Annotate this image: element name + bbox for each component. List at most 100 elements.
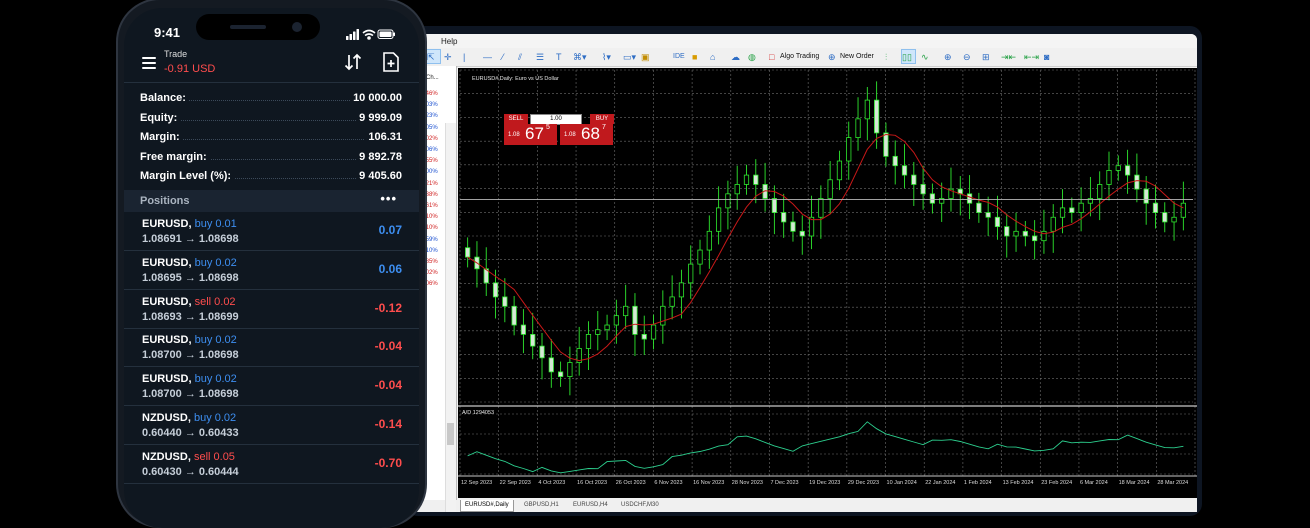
market-watch-scrollbar[interactable] [445, 123, 456, 512]
trendline-icon[interactable]: ⁄ [502, 50, 504, 64]
fibonacci-icon[interactable]: ☰ [536, 50, 544, 64]
templates-icon[interactable]: ▭▾ [623, 50, 636, 64]
chart-tab-gbpusd-h1[interactable]: GBPUSD,H1 [524, 500, 559, 511]
phone-screen: 9:41 Trade -0.91 USD Balance: 10 000.00 … [124, 8, 419, 528]
price-chart[interactable]: EURUSD#,Daily: Euro vs US Dollar A/D 1294… [458, 68, 1197, 498]
position-row[interactable]: EURUSD, buy 0.02 1.08700 → 1.08698 -0.04 [124, 328, 419, 368]
chart-title: EURUSD#,Daily: Euro vs US Dollar [472, 76, 559, 82]
market-watch-header: Ch... [426, 75, 439, 81]
candle-body [827, 179, 833, 199]
bar-chart-icon[interactable]: ⫶ [885, 50, 887, 64]
chart-tab-eurusd-daily[interactable]: EURUSD#,Daily [460, 500, 514, 512]
zoom-out-icon[interactable]: ⊖ [963, 50, 971, 64]
candle-body [846, 137, 852, 162]
market-icon[interactable]: ◍ [748, 50, 756, 64]
position-profit: -0.12 [374, 300, 402, 315]
tile-windows-icon[interactable]: ⊞ [982, 50, 990, 64]
strategy-tester-icon[interactable]: ⌂ [710, 50, 715, 64]
shapes-icon[interactable]: ⌘▾ [573, 50, 587, 64]
position-symbol: NZDUSD, sell 0.05 [142, 451, 235, 463]
new-order-icon[interactable]: ⊕ [828, 50, 836, 64]
menu-help[interactable]: Help [441, 37, 457, 46]
cursor-tool-icon[interactable]: ⇱ [426, 49, 441, 64]
position-row[interactable]: EURUSD, buy 0.01 1.08691 → 1.08698 0.07 [124, 212, 419, 251]
symbol-text: EURUSD, [142, 256, 192, 269]
lock-icon[interactable]: ■ [692, 50, 697, 64]
chart-tab-eurusd-h4[interactable]: EURUSD,H4 [573, 500, 608, 511]
candle-body [632, 305, 638, 335]
account-row: Free margin: 9 892.78 [140, 149, 402, 167]
candle-body [595, 329, 601, 335]
candle-body [818, 198, 824, 218]
algo-trading-icon[interactable]: □ [769, 50, 774, 64]
camera [292, 22, 302, 32]
crosshair-icon[interactable]: ✛ [444, 50, 452, 64]
more-icon[interactable]: ••• [380, 191, 397, 206]
candle-body [836, 160, 843, 181]
position-prices: 1.08700 → 1.08698 [142, 349, 239, 362]
position-row[interactable]: EURUSD, sell 0.02 1.08693 → 1.08699 -0.1… [124, 290, 419, 329]
text-tool-icon[interactable]: T [556, 50, 562, 64]
time-axis-label: 19 Dec 2023 [809, 480, 840, 486]
buy-label[interactable]: BUY [590, 114, 614, 124]
symbol-text: EURUSD, [142, 295, 192, 308]
position-profit: -0.04 [374, 339, 402, 354]
new-order-icon[interactable] [383, 52, 399, 72]
ide-button[interactable]: IDE [673, 50, 685, 64]
sell-label[interactable]: SELL [504, 114, 528, 124]
page-title: Trade [164, 49, 188, 59]
candle-body [511, 305, 517, 326]
algo-trading-button[interactable]: Algo Trading [780, 50, 819, 64]
candle-body [929, 193, 935, 204]
position-row[interactable]: EURUSD, buy 0.02 1.08700 → 1.08698 -0.04 [124, 367, 419, 407]
scrollbar-thumb[interactable] [447, 423, 454, 445]
position-prices: 0.60440 → 0.60433 [142, 427, 239, 439]
symbol-text: NZDUSD, [142, 450, 191, 463]
position-symbol: NZDUSD, buy 0.02 [142, 412, 236, 424]
buy-button[interactable]: 1.08 68 7 [560, 124, 613, 145]
candle-body [641, 333, 647, 340]
account-label: Margin Level (%): [140, 170, 235, 183]
account-value: 9 892.78 [356, 150, 402, 163]
position-row[interactable]: NZDUSD, sell 0.05 0.60430 → 0.60444 -0.7… [124, 445, 419, 484]
candle-body [864, 99, 870, 120]
candle-body [539, 345, 545, 359]
candlestick-icon[interactable]: ▯▯ [901, 49, 916, 64]
candle-body [1180, 202, 1186, 218]
chart-tab-usdchf-m30[interactable]: USDCHF,M30 [621, 500, 659, 511]
horizontal-line-icon[interactable]: — [483, 50, 492, 64]
timeframes-icon[interactable]: ⌇▾ [602, 50, 611, 64]
position-row[interactable]: EURUSD, buy 0.02 1.08695 → 1.08698 0.06 [124, 251, 419, 290]
vertical-line-icon[interactable]: | [463, 50, 465, 64]
chart-shift-icon[interactable]: ⇤⇥ [1024, 50, 1039, 64]
position-row[interactable]: NZDUSD, buy 0.02 0.60440 → 0.60433 -0.14 [124, 406, 419, 445]
alerts-icon[interactable]: ▣ [641, 50, 650, 64]
time-axis-label: 28 Nov 2023 [732, 480, 763, 486]
position-symbol: EURUSD, buy 0.02 [142, 373, 237, 385]
position-side: sell 0.05 [193, 450, 235, 463]
position-symbol: EURUSD, buy 0.02 [142, 257, 237, 269]
candle-body [678, 282, 685, 298]
time-axis-label: 6 Nov 2023 [654, 480, 682, 486]
auto-scroll-icon[interactable]: ⇥⇤ [1001, 50, 1016, 64]
new-order-button[interactable]: New Order [840, 50, 874, 64]
position-side: buy 0.02 [193, 412, 237, 424]
position-side: buy 0.02 [194, 373, 237, 386]
menu-icon[interactable] [142, 57, 156, 69]
candle-body [465, 247, 471, 258]
equidistant-channel-icon[interactable]: ⫽ [518, 50, 522, 64]
signal-icon [346, 29, 359, 40]
line-chart-icon[interactable]: ∿ [921, 50, 929, 64]
account-row: Balance: 10 000.00 [140, 90, 402, 108]
position-profit: 0.06 [378, 261, 402, 276]
time-axis-label: 12 Sep 2023 [461, 480, 492, 486]
header-divider [124, 82, 419, 83]
candle-body [613, 315, 619, 326]
sort-icon[interactable] [344, 53, 362, 71]
zoom-in-icon[interactable]: ⊕ [944, 50, 952, 64]
sell-button[interactable]: 1.08 67 5 [504, 124, 557, 145]
time-axis-label: 16 Oct 2023 [577, 480, 607, 486]
screenshot-icon[interactable]: ◙ [1044, 50, 1049, 64]
cloud-icon[interactable]: ☁ [731, 50, 740, 64]
candle-body [1134, 174, 1140, 190]
